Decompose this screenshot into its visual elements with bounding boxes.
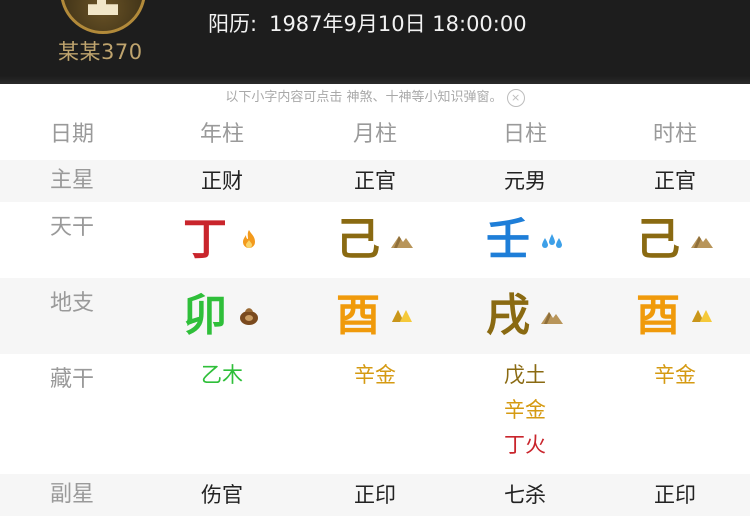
row-label-main-star: 主星 (50, 168, 95, 193)
heavenly-stems-row: 天干 丁 己 壬 己 (0, 202, 750, 278)
row-label-hidden-stems: 藏干 (50, 367, 95, 392)
stem-hour[interactable]: 己 (615, 202, 735, 278)
earthly-branches-row: 地支 卯 酉 戌 酉 (0, 278, 750, 354)
main-star-row: 主星 正财 正官 元男 正官 (0, 160, 750, 202)
row-label-earthly-branches: 地支 (50, 291, 95, 316)
metal-icon (392, 310, 412, 322)
branch-day[interactable]: 戌 (465, 278, 585, 354)
branch-month[interactable]: 酉 (315, 278, 435, 354)
fire-icon (243, 230, 255, 248)
earth-icon (391, 236, 413, 248)
stem-year[interactable]: 丁 (162, 202, 282, 278)
stem-month[interactable]: 己 (315, 202, 435, 278)
hidden-stems-row: 藏干 乙木 辛金 戊土 辛金 丁火 辛金 (0, 358, 750, 470)
close-icon[interactable]: × (506, 88, 525, 107)
hidden-stem-day-1[interactable]: 戊土 (504, 358, 546, 393)
sub-star-day[interactable]: 七杀 (465, 474, 585, 516)
column-year-pillar: 年柱 (199, 122, 244, 147)
stem-month-char: 己 (336, 214, 380, 265)
avatar-logo-icon (88, 0, 118, 15)
earth-icon (691, 236, 713, 248)
sub-star-row: 副星 伤官 正印 七杀 正印 (0, 474, 750, 516)
hidden-stems-hour: 辛金 (615, 358, 735, 393)
sub-star-year[interactable]: 伤官 (162, 474, 282, 516)
sub-star-hour[interactable]: 正印 (615, 474, 735, 516)
branch-year[interactable]: 卯 (162, 278, 282, 354)
hidden-stems-day: 戊土 辛金 丁火 (465, 358, 585, 463)
hidden-stems-month: 辛金 (315, 358, 435, 393)
birth-datetime: 阳历: 1987年9月10日 18:00:00 (208, 8, 527, 38)
main-star-month[interactable]: 正官 (315, 160, 435, 202)
hidden-stem-day-2[interactable]: 辛金 (504, 393, 546, 428)
branch-day-char: 戌 (486, 290, 530, 341)
hidden-stem-month-1[interactable]: 辛金 (354, 358, 396, 393)
column-month-pillar: 月柱 (352, 122, 397, 147)
stem-day-char: 壬 (486, 214, 530, 265)
birth-label: 阳历: (208, 12, 258, 36)
earth-icon (541, 312, 563, 324)
stem-day[interactable]: 壬 (465, 202, 585, 278)
hidden-stem-hour-1[interactable]: 辛金 (654, 358, 696, 393)
row-label-sub-star: 副星 (50, 482, 95, 507)
birth-value: 1987年9月10日 18:00:00 (269, 12, 527, 36)
column-label-date: 日期 (50, 122, 95, 147)
stem-year-char: 丁 (183, 214, 227, 265)
row-label-heavenly-stems: 天干 (50, 215, 95, 240)
hidden-stem-day-3[interactable]: 丁火 (504, 428, 546, 463)
column-day-pillar: 日柱 (502, 122, 547, 147)
hint-text: 以下小字内容可点击 神煞、十神等小知识弹窗。 (225, 90, 503, 105)
branch-year-char: 卯 (183, 290, 227, 341)
branch-month-char: 酉 (336, 290, 380, 341)
pillar-header-row: 日期 年柱 月柱 日柱 时柱 (0, 110, 750, 160)
profile-header: 某某370 阳历: 1987年9月10日 18:00:00 (0, 0, 750, 84)
hidden-stems-year: 乙木 (162, 358, 282, 393)
water-icon (542, 234, 562, 248)
user-name: 某某370 (58, 40, 143, 64)
main-star-day[interactable]: 元男 (465, 160, 585, 202)
wood-icon (240, 308, 258, 325)
column-hour-pillar: 时柱 (652, 122, 697, 147)
branch-hour[interactable]: 酉 (615, 278, 735, 354)
branch-hour-char: 酉 (636, 290, 680, 341)
stem-hour-char: 己 (636, 214, 680, 265)
hint-banner: 以下小字内容可点击 神煞、十神等小知识弹窗。 × (0, 86, 750, 110)
hidden-stem-year-1[interactable]: 乙木 (201, 358, 243, 393)
metal-icon (692, 310, 712, 322)
main-star-year[interactable]: 正财 (162, 160, 282, 202)
sub-star-month[interactable]: 正印 (315, 474, 435, 516)
avatar[interactable] (60, 0, 146, 34)
main-star-hour[interactable]: 正官 (615, 160, 735, 202)
